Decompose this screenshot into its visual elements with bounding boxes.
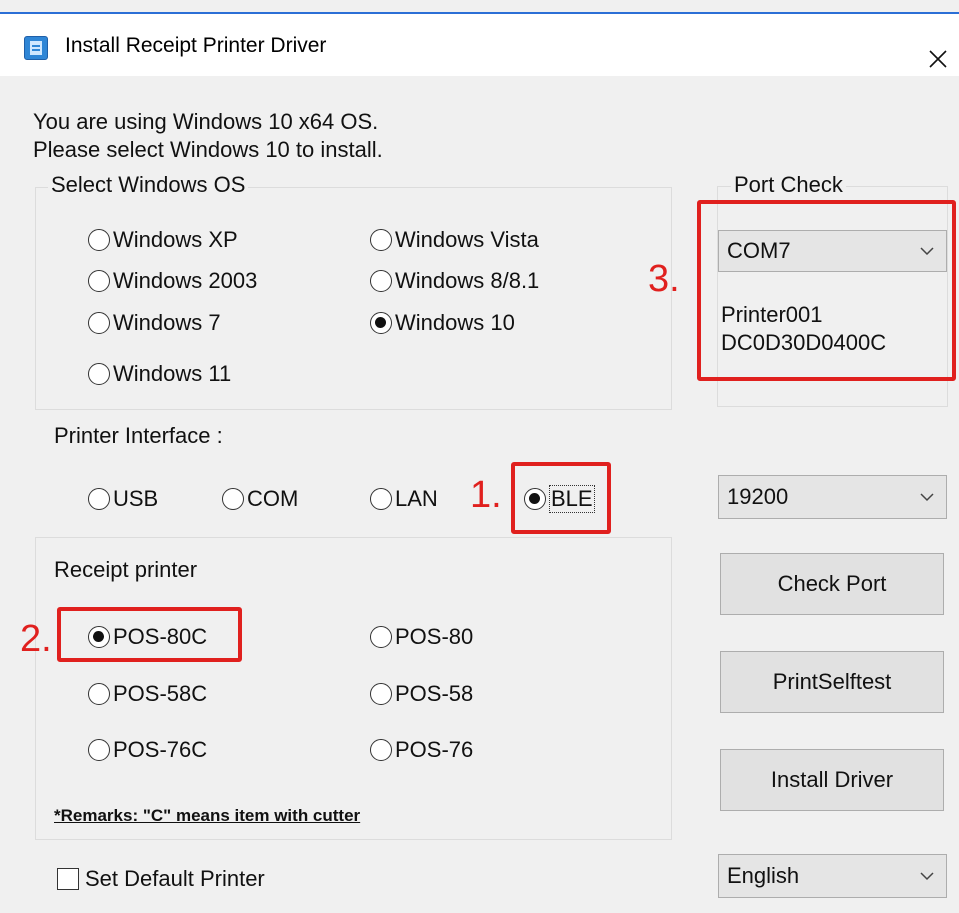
annotation-number-1: 1. (470, 474, 502, 516)
os-info-line1: You are using Windows 10 x64 OS. (33, 109, 379, 134)
radio-pos-80[interactable]: POS-80 (370, 622, 473, 652)
radio-pos-58c[interactable]: POS-58C (88, 679, 207, 709)
printer-interface-label: Printer Interface : (54, 423, 223, 448)
close-icon (928, 50, 947, 68)
radio-label: COM (247, 486, 299, 511)
radio-windows-8[interactable]: Windows 8/8.1 (370, 266, 539, 296)
radio-label: POS-76C (113, 737, 208, 762)
radio-windows-11[interactable]: Windows 11 (88, 359, 231, 389)
radio-label: Windows 11 (113, 361, 232, 386)
title-bar: Install Receipt Printer Driver (0, 14, 959, 76)
set-default-printer-checkbox[interactable]: Set Default Printer (57, 866, 265, 892)
check-port-button[interactable]: Check Port (720, 553, 944, 615)
radio-circle (222, 488, 244, 510)
baud-rate-select[interactable]: 19200 (718, 475, 947, 519)
radio-label: POS-58 (395, 681, 474, 706)
radio-windows-10[interactable]: Windows 10 (370, 308, 515, 338)
radio-circle (88, 312, 110, 334)
receipt-printer-label: Receipt printer (54, 557, 198, 582)
os-info-line2: Please select Windows 10 to install. (33, 137, 383, 162)
window-title: Install Receipt Printer Driver (65, 34, 327, 57)
radio-label: Windows Vista (395, 227, 539, 252)
radio-usb[interactable]: USB (88, 484, 158, 514)
radio-label: Windows 2003 (113, 268, 258, 293)
radio-circle (88, 488, 110, 510)
radio-label: USB (113, 486, 159, 511)
checkbox-label: Set Default Printer (85, 866, 265, 891)
language-value: English (727, 863, 800, 888)
radio-label: Windows XP (113, 227, 238, 252)
radio-circle-checked (370, 312, 392, 334)
radio-circle (370, 229, 392, 251)
radio-circle (370, 488, 392, 510)
annotation-box-2 (57, 607, 242, 662)
radio-windows-2003[interactable]: Windows 2003 (88, 266, 257, 296)
radio-pos-76[interactable]: POS-76 (370, 735, 473, 765)
radio-label: LAN (395, 486, 438, 511)
radio-circle (370, 270, 392, 292)
radio-label: POS-80 (395, 624, 474, 649)
annotation-number-2: 2. (20, 618, 52, 660)
annotation-box-3 (697, 200, 956, 381)
chevron-down-icon (920, 872, 934, 881)
radio-windows-xp[interactable]: Windows XP (88, 225, 238, 255)
radio-windows-vista[interactable]: Windows Vista (370, 225, 539, 255)
radio-circle (370, 626, 392, 648)
radio-lan[interactable]: LAN (370, 484, 438, 514)
port-check-legend: Port Check (731, 172, 846, 198)
chevron-down-icon (920, 493, 934, 502)
print-selftest-button[interactable]: PrintSelftest (720, 651, 944, 713)
radio-label: Windows 10 (395, 310, 515, 335)
radio-label: POS-58C (113, 681, 208, 706)
radio-circle (88, 683, 110, 705)
radio-label: Windows 7 (113, 310, 221, 335)
radio-com[interactable]: COM (222, 484, 298, 514)
annotation-box-1 (511, 462, 611, 534)
radio-circle (88, 229, 110, 251)
radio-circle (370, 683, 392, 705)
install-driver-button[interactable]: Install Driver (720, 749, 944, 811)
radio-pos-76c[interactable]: POS-76C (88, 735, 207, 765)
radio-windows-7[interactable]: Windows 7 (88, 308, 221, 338)
radio-circle (88, 270, 110, 292)
radio-circle (88, 363, 110, 385)
radio-pos-58[interactable]: POS-58 (370, 679, 473, 709)
select-os-legend: Select Windows OS (48, 172, 249, 198)
radio-label: POS-76 (395, 737, 474, 762)
baud-rate-value: 19200 (727, 484, 789, 509)
app-icon (24, 36, 48, 60)
close-button[interactable] (916, 28, 959, 90)
checkbox-box (57, 868, 79, 890)
annotation-number-3: 3. (648, 258, 680, 300)
radio-circle (370, 739, 392, 761)
language-select[interactable]: English (718, 854, 947, 898)
radio-label: Windows 8/8.1 (395, 268, 540, 293)
radio-circle (88, 739, 110, 761)
remarks-note: *Remarks: "C" means item with cutter (54, 806, 361, 825)
